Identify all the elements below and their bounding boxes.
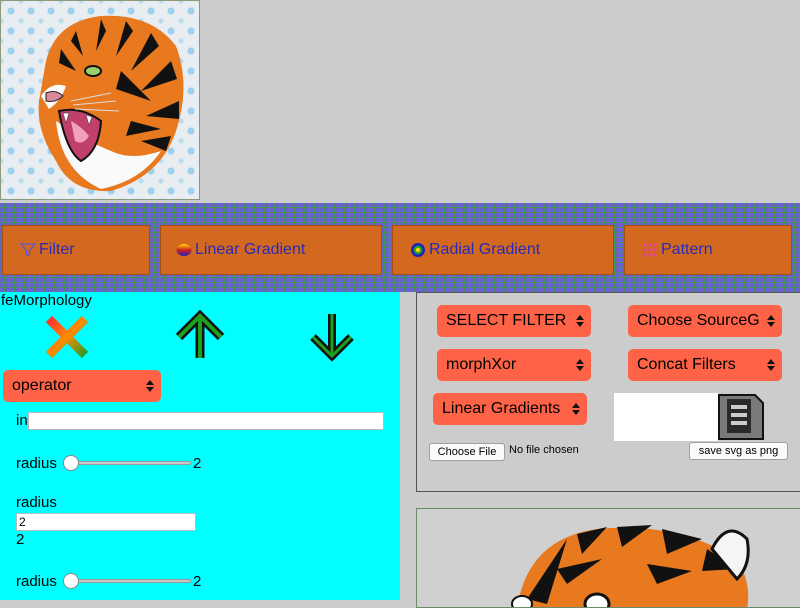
radial-gradient-icon bbox=[409, 241, 427, 259]
select-arrows-icon bbox=[572, 402, 580, 416]
choose-source-value: Choose SourceGr bbox=[637, 312, 760, 329]
linear-gradient-icon bbox=[175, 241, 193, 259]
save-floppy-icon[interactable] bbox=[717, 393, 765, 441]
select-arrows-icon bbox=[767, 358, 775, 372]
nav-toolbar: Filter Linear Gradient Radial Gradient P… bbox=[0, 203, 800, 292]
controls-panel: SELECT FILTER Choose SourceGr morphXor C… bbox=[416, 292, 800, 492]
radius-input[interactable]: 2 bbox=[16, 513, 196, 531]
funnel-icon bbox=[19, 241, 37, 259]
bottom-preview-image bbox=[416, 508, 800, 608]
slider-thumb[interactable] bbox=[63, 573, 79, 589]
tab-filter-label: Filter bbox=[39, 241, 75, 258]
move-down-arrow-icon[interactable] bbox=[306, 312, 358, 362]
operator-select-value: operator bbox=[12, 377, 72, 394]
select-filter-dropdown[interactable]: SELECT FILTER bbox=[437, 305, 591, 337]
choose-source-dropdown[interactable]: Choose SourceGr bbox=[628, 305, 782, 337]
tab-filter[interactable]: Filter bbox=[2, 225, 150, 275]
tab-linear-gradient-label: Linear Gradient bbox=[195, 241, 306, 258]
tab-radial-gradient-label: Radial Gradient bbox=[429, 241, 541, 258]
pattern-icon bbox=[641, 241, 659, 259]
tiger-head-image bbox=[38, 15, 184, 192]
in-input[interactable] bbox=[28, 412, 384, 430]
no-file-label: No file chosen bbox=[509, 444, 579, 456]
slider-track bbox=[63, 579, 191, 583]
radius-slider-value-1: 2 bbox=[193, 455, 202, 472]
delete-icon[interactable] bbox=[44, 314, 90, 360]
radius-slider-label-2: radius bbox=[16, 573, 57, 590]
select-arrows-icon bbox=[767, 314, 775, 328]
save-png-button[interactable]: save svg as png bbox=[689, 442, 788, 460]
choose-file-button[interactable]: Choose File bbox=[429, 443, 505, 461]
tiger-preview-image bbox=[511, 525, 750, 607]
radius-slider-2[interactable] bbox=[63, 573, 191, 589]
slider-thumb[interactable] bbox=[63, 455, 79, 471]
tab-pattern[interactable]: Pattern bbox=[624, 225, 792, 275]
radius-slider-value-2: 2 bbox=[193, 573, 202, 590]
select-arrows-icon bbox=[576, 358, 584, 372]
operator-select[interactable]: operator bbox=[3, 370, 161, 402]
radius-slider-label-1: radius bbox=[16, 455, 57, 472]
slider-track bbox=[63, 461, 191, 465]
in-label: in bbox=[16, 412, 28, 429]
thumbnail-preview bbox=[614, 393, 718, 441]
gradients-value: Linear Gradients bbox=[442, 400, 561, 417]
filter-preset-value: morphXor bbox=[446, 356, 517, 373]
radius-text-value: 2 bbox=[16, 531, 25, 548]
top-preview-image bbox=[0, 0, 200, 200]
filter-primitive-name: feMorphology bbox=[1, 292, 92, 309]
concat-filters-value: Concat Filters bbox=[637, 356, 736, 373]
select-arrows-icon bbox=[576, 314, 584, 328]
select-arrows-icon bbox=[146, 379, 154, 393]
radius-slider-1[interactable] bbox=[63, 455, 191, 471]
move-up-arrow-icon[interactable] bbox=[174, 309, 226, 362]
tab-pattern-label: Pattern bbox=[661, 241, 713, 258]
select-filter-value: SELECT FILTER bbox=[446, 312, 567, 329]
concat-filters-dropdown[interactable]: Concat Filters bbox=[628, 349, 782, 381]
gradients-dropdown[interactable]: Linear Gradients bbox=[433, 393, 587, 425]
filter-editor-panel: feMorphology operator in radius 2 radius… bbox=[0, 292, 400, 600]
filter-preset-dropdown[interactable]: morphXor bbox=[437, 349, 591, 381]
radius-heading: radius bbox=[16, 494, 57, 511]
tab-linear-gradient[interactable]: Linear Gradient bbox=[160, 225, 382, 275]
tab-radial-gradient[interactable]: Radial Gradient bbox=[392, 225, 614, 275]
